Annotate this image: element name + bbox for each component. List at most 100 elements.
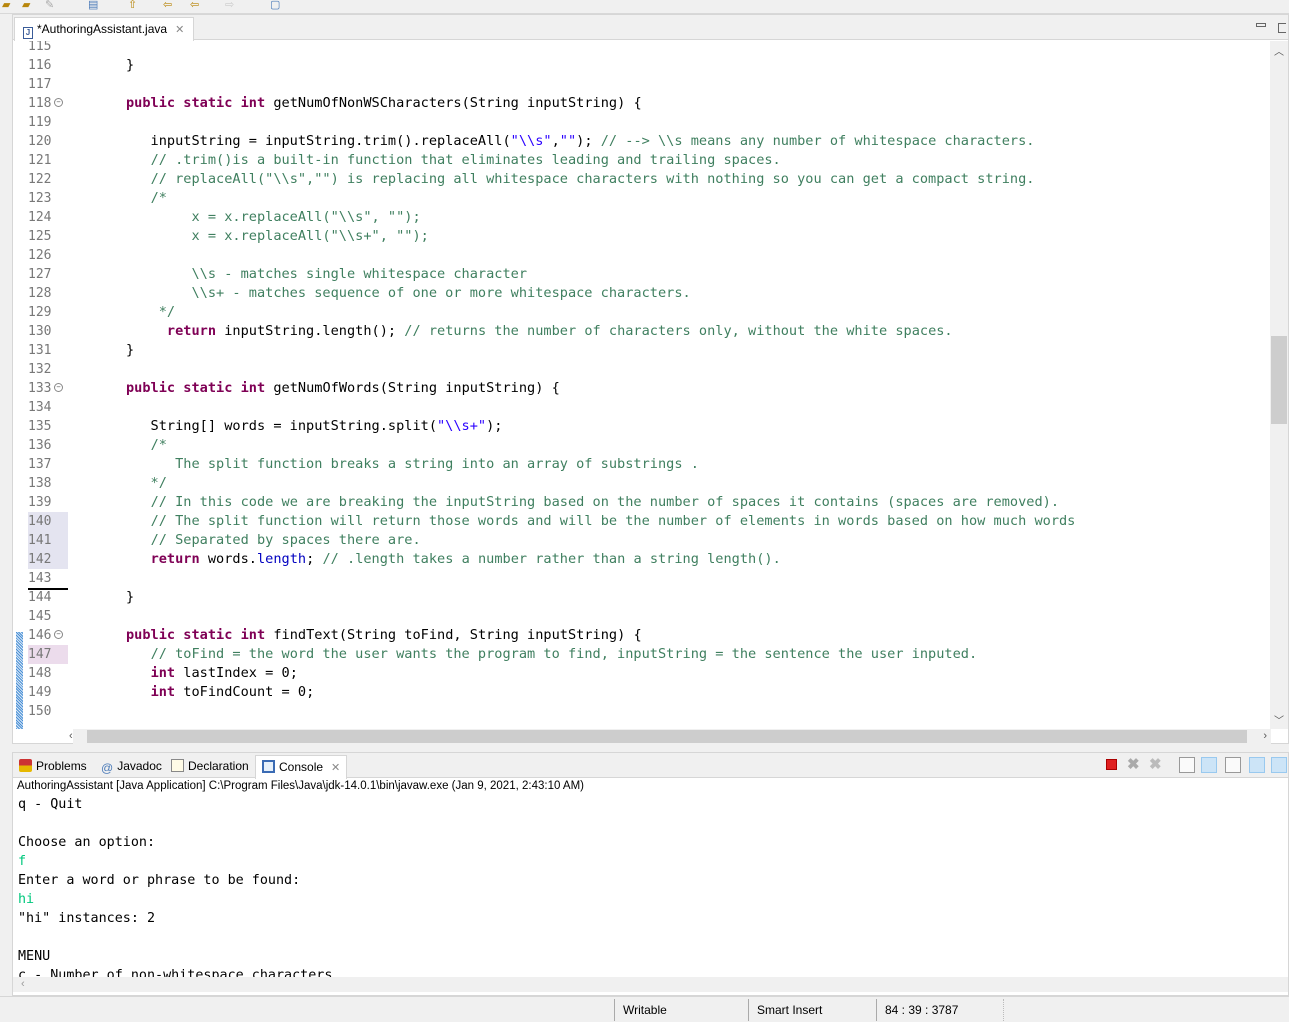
code-line[interactable]: 135 String[] words = inputString.split("…	[13, 417, 1271, 436]
console-output[interactable]: q - Quit Choose an option: f Enter a word o…	[18, 795, 1283, 977]
code-line[interactable]: 133− public static int getNumOfWords(Stri…	[13, 379, 1271, 398]
code-text: }	[126, 589, 135, 605]
status-insert-mode[interactable]: Smart Insert	[748, 999, 876, 1021]
word-wrap-icon[interactable]	[1225, 757, 1241, 773]
scroll-left-icon[interactable]: ‹	[69, 729, 73, 744]
show-on-stderr-icon[interactable]	[1271, 757, 1287, 773]
line-number: 140	[28, 512, 68, 531]
back-arrow-icon[interactable]: ⇦	[163, 0, 172, 12]
open-folder-icon-2[interactable]: ▰	[22, 0, 30, 12]
code-text: // The split function will return those …	[150, 513, 1076, 529]
code-line[interactable]: 128 \\s+ - matches sequence of one or mo…	[13, 284, 1271, 303]
scroll-lock-icon[interactable]	[1201, 757, 1217, 773]
show-on-stdout-icon[interactable]	[1249, 757, 1265, 773]
code-line[interactable]: 141 // Separated by spaces there are.	[13, 531, 1271, 550]
fold-collapse-icon[interactable]: −	[54, 383, 63, 392]
open-folder-icon[interactable]: ▰	[2, 0, 10, 12]
code-line[interactable]: 125 x = x.replaceAll("\\s+", "");	[13, 227, 1271, 246]
code-text: int toFindCount = 0;	[150, 684, 315, 700]
code-line[interactable]: 115	[13, 41, 1271, 56]
remove-launch-icon[interactable]: ✖	[1127, 757, 1143, 773]
editor-tab-authoring-assistant[interactable]: J *AuthoringAssistant.java ✕	[14, 17, 194, 41]
close-icon[interactable]: ✕	[331, 762, 340, 774]
code-line[interactable]: 148 int lastIndex = 0;	[13, 664, 1271, 683]
line-number: 145	[28, 609, 52, 624]
console-output-line: q - Quit	[18, 797, 83, 812]
maximize-icon[interactable]	[1278, 23, 1286, 33]
code-line[interactable]: 139 // In this code we are breaking the …	[13, 493, 1271, 512]
code-line[interactable]: 140 // The split function will return th…	[13, 512, 1271, 531]
code-text: public static int getNumOfWords(String i…	[126, 380, 560, 396]
remove-all-launches-icon[interactable]: ✖	[1149, 757, 1165, 773]
tab-declaration[interactable]: Declaration	[171, 757, 249, 775]
line-number: 137	[28, 457, 52, 472]
clear-console-icon[interactable]	[1179, 757, 1195, 773]
code-line[interactable]: 124 x = x.replaceAll("\\s", "");	[13, 208, 1271, 227]
status-cursor-position: 84 : 39 : 3787	[876, 999, 1004, 1021]
terminate-icon[interactable]	[1106, 759, 1117, 770]
line-number: 127	[28, 267, 52, 282]
code-line[interactable]: 147 // toFind = the word the user wants …	[13, 645, 1271, 664]
upload-icon[interactable]: ⇧	[128, 0, 137, 12]
code-line[interactable]: 142 return words.length; // .length take…	[13, 550, 1271, 569]
scroll-left-icon[interactable]: ‹	[21, 978, 25, 990]
code-line[interactable]: 143	[13, 569, 1271, 590]
editor-tab-label: *AuthoringAssistant.java	[37, 22, 168, 36]
code-line[interactable]: 130 return inputString.length(); // retu…	[13, 322, 1271, 341]
code-line[interactable]: 120 inputString = inputString.trim().rep…	[13, 132, 1271, 151]
code-line[interactable]: 132	[13, 360, 1271, 379]
editor-vertical-scrollbar[interactable]: ︿ ﹀	[1270, 41, 1288, 729]
tab-javadoc[interactable]: @ Javadoc	[101, 757, 162, 775]
code-line[interactable]: 150	[13, 702, 1271, 721]
code-line[interactable]: 118− public static int getNumOfNonWSChara…	[13, 94, 1271, 113]
code-line[interactable]: 131}	[13, 341, 1271, 360]
code-line[interactable]: 137 The split function breaks a string i…	[13, 455, 1271, 474]
tab-console[interactable]: Console ✕	[255, 755, 348, 779]
code-line[interactable]: 149 int toFindCount = 0;	[13, 683, 1271, 702]
code-line[interactable]: 145	[13, 607, 1271, 626]
code-line[interactable]: 134	[13, 398, 1271, 417]
pen-icon[interactable]: ✎	[45, 0, 54, 12]
minimize-icon[interactable]	[1256, 23, 1266, 27]
code-line[interactable]: 144}	[13, 588, 1271, 607]
code-line[interactable]: 126	[13, 246, 1271, 265]
line-number: 150	[28, 704, 52, 719]
task-icon[interactable]: ▤	[88, 0, 98, 12]
tab-problems[interactable]: Problems	[19, 757, 87, 775]
line-number: 141	[28, 531, 68, 550]
line-number: 143	[28, 569, 68, 590]
code-line[interactable]: 127 \\s - matches single whitespace char…	[13, 265, 1271, 284]
code-line[interactable]: 123 /*	[13, 189, 1271, 208]
scroll-down-icon[interactable]: ﹀	[1270, 712, 1288, 727]
code-line[interactable]: 121 // .trim()is a built-in function tha…	[13, 151, 1271, 170]
vertical-scroll-thumb[interactable]	[1271, 336, 1287, 424]
code-editor[interactable]: 115 116} 117 118− public static int getNumOf…	[13, 41, 1271, 729]
close-icon[interactable]: ✕	[175, 24, 184, 36]
line-number: 117	[28, 77, 52, 92]
fold-collapse-icon[interactable]: −	[54, 98, 63, 107]
editor-horizontal-scrollbar[interactable]: ‹ ›	[69, 729, 1271, 744]
fold-collapse-icon[interactable]: −	[54, 630, 63, 639]
scroll-right-icon[interactable]: ›	[1263, 729, 1267, 744]
editor-tab-bar: J *AuthoringAssistant.java ✕	[13, 15, 1288, 41]
status-writable: Writable	[614, 999, 748, 1021]
code-line[interactable]: 136 /*	[13, 436, 1271, 455]
code-line[interactable]: 122 // replaceAll("\\s","") is replacing…	[13, 170, 1271, 189]
code-line[interactable]: 129 */	[13, 303, 1271, 322]
forward-arrow-icon[interactable]: ⇨	[225, 0, 234, 12]
console-horizontal-scrollbar[interactable]: ‹	[13, 977, 1288, 992]
code-line[interactable]: 117	[13, 75, 1271, 94]
back-arrow-icon-2[interactable]: ⇦	[190, 0, 199, 12]
line-number: 131	[28, 343, 52, 358]
horizontal-scroll-thumb[interactable]	[87, 730, 1247, 743]
code-line[interactable]: 146− public static int findText(String to…	[13, 626, 1271, 645]
code-line[interactable]: 116}	[13, 56, 1271, 75]
code-line[interactable]: 138 */	[13, 474, 1271, 493]
code-line[interactable]: 119	[13, 113, 1271, 132]
console-tab-bar: Problems @ Javadoc Declaration Console ✕ ✖…	[13, 753, 1288, 779]
code-text: /*	[150, 190, 167, 206]
pin-editor-icon[interactable]: ▢	[270, 0, 280, 12]
scroll-up-icon[interactable]: ︿	[1270, 43, 1288, 58]
code-text: public static int findText(String toFind…	[126, 627, 642, 643]
